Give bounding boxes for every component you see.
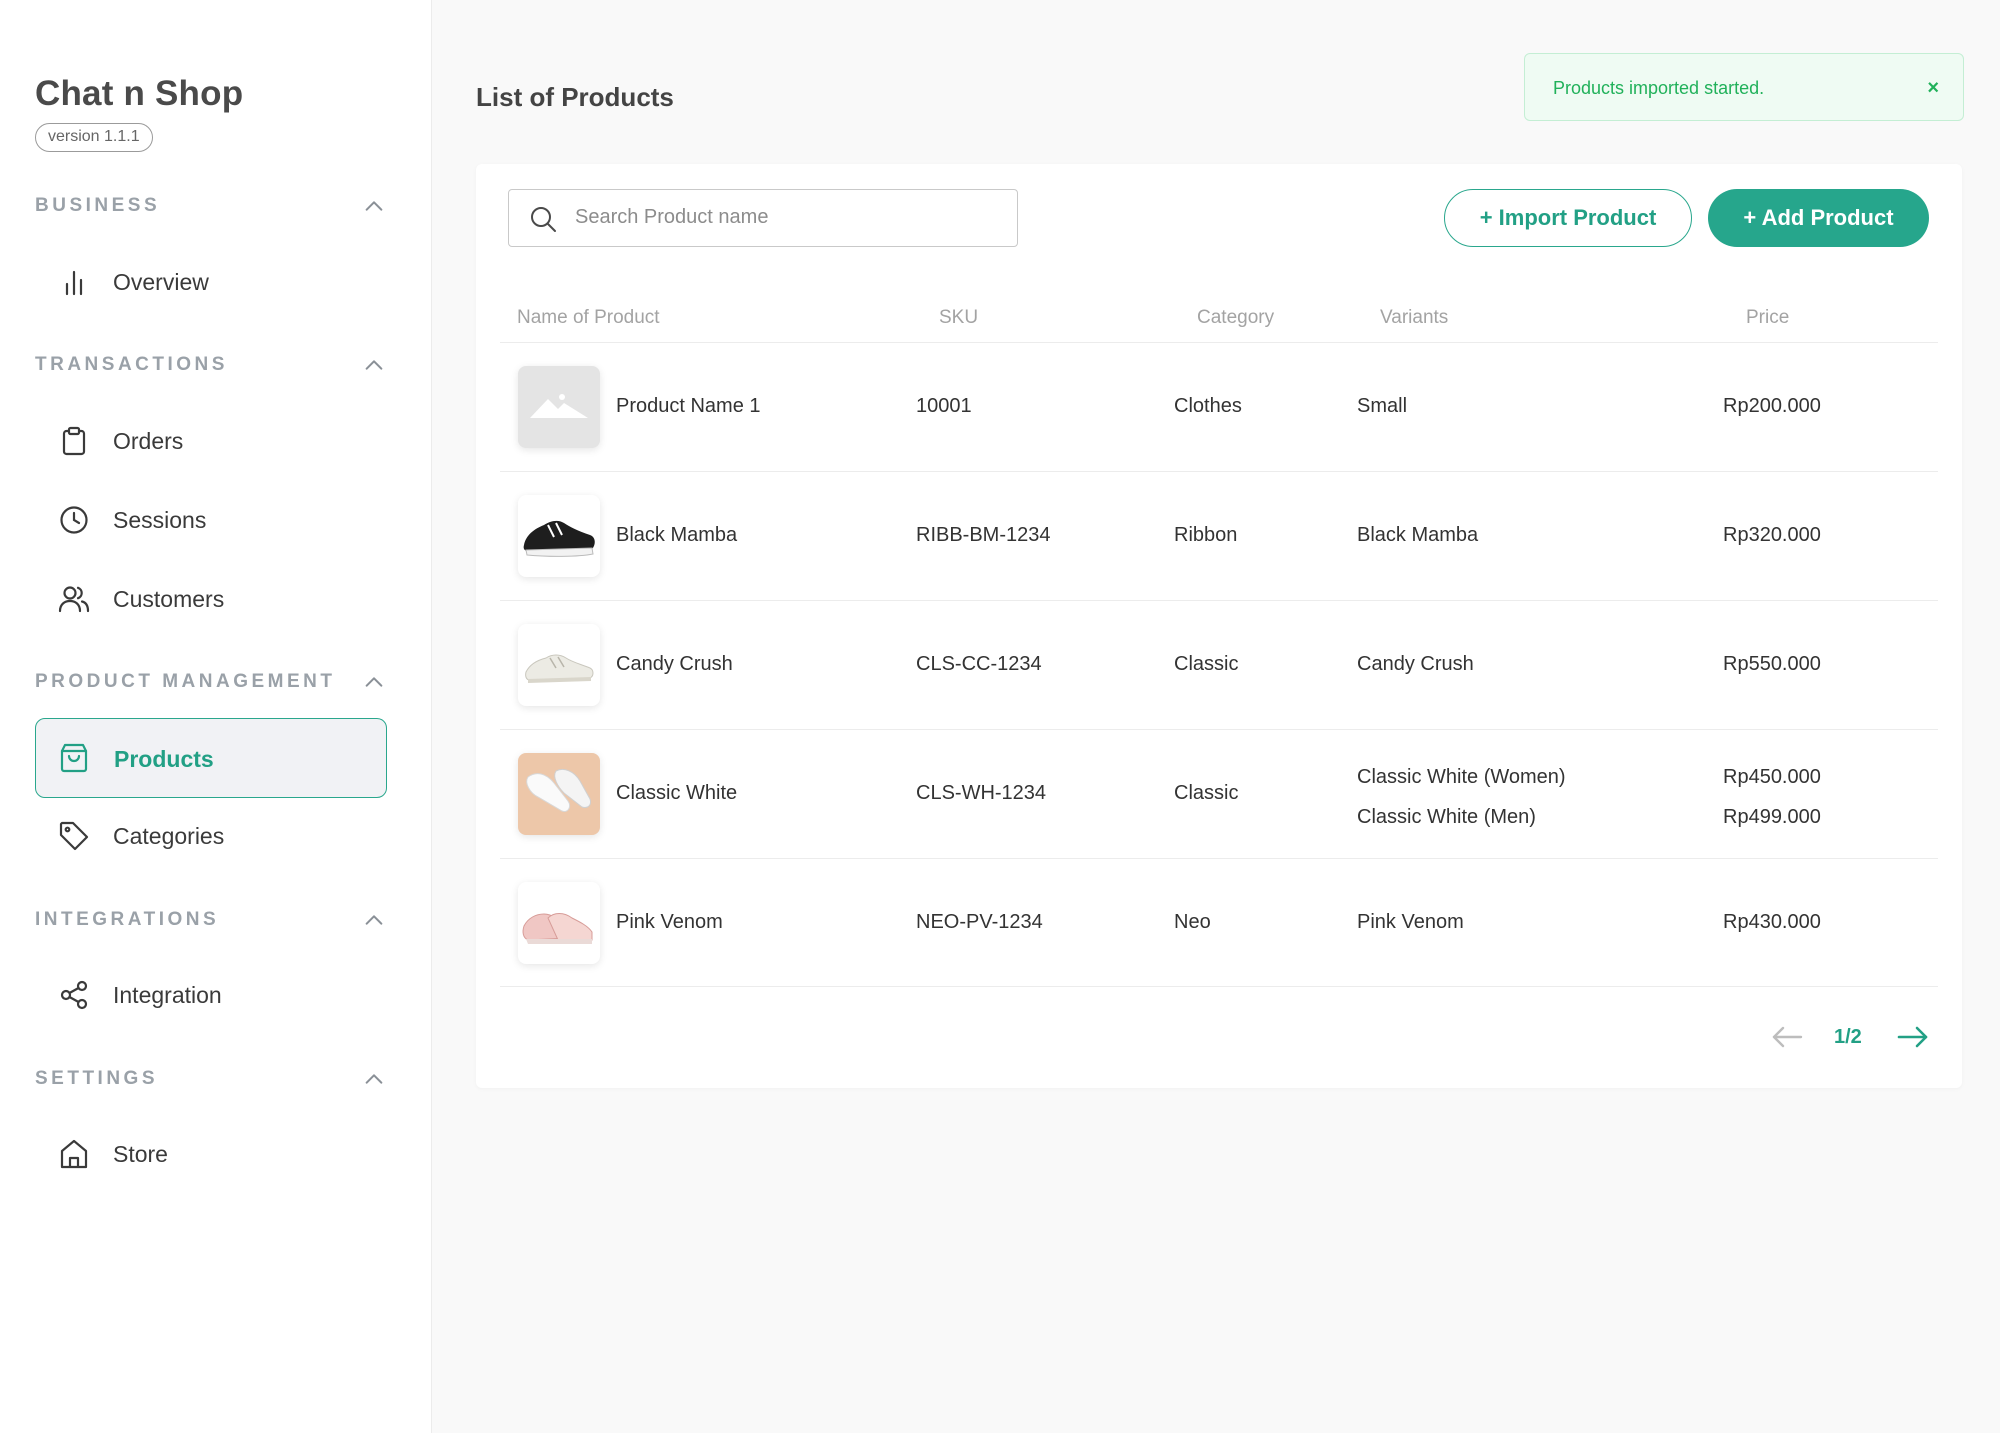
chevron-up-icon[interactable] <box>363 195 385 217</box>
section-title: INTEGRATIONS <box>35 909 220 930</box>
clock-icon <box>60 506 88 534</box>
sidebar-item-label: Store <box>113 1141 168 1167</box>
bar-chart-icon <box>65 270 83 296</box>
product-sku: CLS-CC-1234 <box>916 653 1042 675</box>
arrow-right-icon[interactable] <box>1896 1023 1930 1051</box>
import-product-button[interactable]: + Import Product <box>1444 189 1692 247</box>
sidebar-item-label: Integration <box>113 982 222 1008</box>
product-sku: RIBB-BM-1234 <box>916 524 1051 546</box>
chevron-up-icon[interactable] <box>363 354 385 376</box>
toast-close-button[interactable]: × <box>1927 54 1939 122</box>
product-variant: Small <box>1357 395 1408 417</box>
search-input[interactable] <box>575 190 995 245</box>
product-sku: NEO-PV-1234 <box>916 911 1043 933</box>
product-variant: Black Mamba <box>1357 524 1479 546</box>
column-header-sku[interactable]: SKU <box>939 294 978 342</box>
cream-sneaker-image <box>518 624 600 706</box>
white-sneaker-image <box>518 753 600 835</box>
users-icon <box>58 586 90 613</box>
chevron-up-icon[interactable] <box>363 909 385 931</box>
table-row[interactable]: Candy Crush CLS-CC-1234 Classic Candy Cr… <box>500 600 1938 729</box>
product-sku: CLS-WH-1234 <box>916 782 1047 804</box>
product-price: Rp450.000 <box>1723 766 1821 788</box>
sidebar-item-label: Customers <box>113 586 225 612</box>
add-product-button[interactable]: + Add Product <box>1708 189 1929 247</box>
black-sneaker-image <box>518 495 600 577</box>
product-name: Black Mamba <box>616 524 738 546</box>
table-row[interactable]: Classic White CLS-WH-1234 Classic Classi… <box>500 729 1938 858</box>
sidebar-item-sessions[interactable]: Sessions <box>35 480 387 560</box>
column-header-price[interactable]: Price <box>1746 294 1789 342</box>
share-icon <box>60 980 88 1010</box>
sidebar-item-categories[interactable]: Categories <box>35 796 387 876</box>
search-icon <box>531 207 556 232</box>
toast-message: Products imported started. <box>1553 78 1765 98</box>
sidebar-item-label: Overview <box>113 269 209 295</box>
section-transactions[interactable]: TRANSACTIONS <box>35 350 385 380</box>
section-integrations[interactable]: INTEGRATIONS <box>35 905 385 935</box>
product-variant: Pink Venom <box>1357 911 1464 933</box>
product-name: Pink Venom <box>616 911 723 933</box>
products-card: + Import Product + Add Product Name of P… <box>476 164 1962 1088</box>
product-category: Ribbon <box>1174 524 1238 546</box>
section-product-management[interactable]: PRODUCT MANAGEMENT <box>35 667 385 697</box>
section-title: TRANSACTIONS <box>35 354 228 375</box>
clipboard-icon <box>62 426 86 456</box>
product-name: Product Name 1 <box>616 395 761 417</box>
shopping-bag-icon <box>60 743 88 773</box>
toast-notification: Products imported started. × <box>1524 53 1964 121</box>
product-price: Rp320.000 <box>1723 524 1821 546</box>
sidebar-item-overview[interactable]: Overview <box>35 242 387 322</box>
product-name: Candy Crush <box>616 653 733 675</box>
page-title: List of Products <box>476 82 674 112</box>
section-title: BUSINESS <box>35 195 161 216</box>
table-row[interactable]: Pink Venom NEO-PV-1234 Neo Pink Venom Rp… <box>500 858 1938 987</box>
product-category: Classic <box>1174 653 1239 675</box>
column-header-name[interactable]: Name of Product <box>517 294 660 342</box>
product-price: Rp499.000 <box>1723 806 1821 828</box>
chevron-up-icon[interactable] <box>363 1068 385 1090</box>
product-category: Neo <box>1174 911 1211 933</box>
tag-icon <box>59 821 89 851</box>
product-category: Clothes <box>1174 395 1242 417</box>
table-row[interactable]: Product Name 1 10001 Clothes Small Rp200… <box>500 342 1938 471</box>
product-variant: Classic White (Women) <box>1357 766 1566 788</box>
placeholder-image-icon <box>518 366 600 448</box>
sidebar-item-store[interactable]: Store <box>35 1114 387 1194</box>
sidebar-item-label: Sessions <box>113 507 207 533</box>
sidebar-item-label: Categories <box>113 823 225 849</box>
arrow-left-icon[interactable] <box>1770 1023 1804 1051</box>
sidebar-item-products[interactable]: Products <box>35 718 387 798</box>
home-icon <box>60 1139 88 1169</box>
sidebar-item-integration[interactable]: Integration <box>35 955 387 1035</box>
product-category: Classic <box>1174 782 1239 804</box>
chevron-up-icon[interactable] <box>363 671 385 693</box>
pink-sneaker-image <box>518 882 600 964</box>
sidebar-item-orders[interactable]: Orders <box>35 401 387 481</box>
section-title: PRODUCT MANAGEMENT <box>35 671 336 692</box>
version-badge: version 1.1.1 <box>35 123 153 152</box>
column-header-category[interactable]: Category <box>1197 294 1274 342</box>
product-sku: 10001 <box>916 395 972 417</box>
product-price: Rp550.000 <box>1723 653 1821 675</box>
search-field[interactable] <box>508 189 1018 247</box>
sidebar: Chat n Shop version 1.1.1 BUSINESS Overv… <box>0 0 432 1433</box>
section-settings[interactable]: SETTINGS <box>35 1064 385 1094</box>
product-price: Rp430.000 <box>1723 911 1821 933</box>
product-name: Classic White <box>616 782 738 804</box>
section-business[interactable]: BUSINESS <box>35 191 385 221</box>
sidebar-item-label: Orders <box>113 428 184 454</box>
product-variant: Classic White (Men) <box>1357 806 1536 828</box>
sidebar-item-customers[interactable]: Customers <box>35 559 387 639</box>
product-price: Rp200.000 <box>1723 395 1821 417</box>
column-header-variants[interactable]: Variants <box>1380 294 1448 342</box>
app-title: Chat n Shop <box>35 74 244 113</box>
section-title: SETTINGS <box>35 1068 159 1089</box>
table-row[interactable]: Black Mamba RIBB-BM-1234 Ribbon Black Ma… <box>500 471 1938 600</box>
sidebar-item-label: Products <box>114 746 214 772</box>
page-indicator: 1/2 <box>1834 1026 1862 1048</box>
product-variant: Candy Crush <box>1357 653 1474 675</box>
